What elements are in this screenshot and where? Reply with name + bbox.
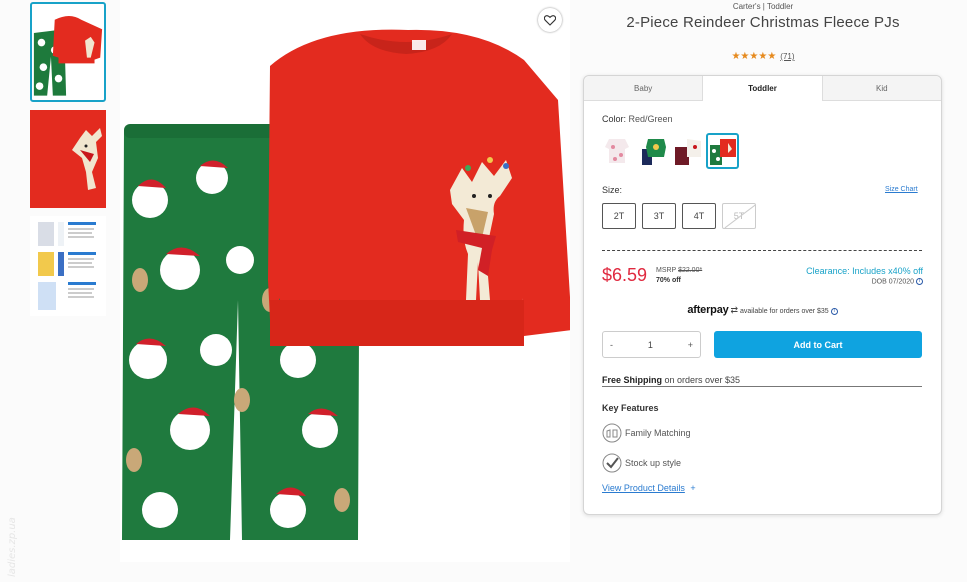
watermark: ladies.zp.ua (4, 455, 20, 580)
tab-baby[interactable]: Baby (584, 76, 704, 101)
swatch-red-green[interactable] (706, 133, 739, 169)
color-label-text: Color: (602, 114, 627, 124)
msrp-value: $22.00* (678, 267, 703, 274)
star-rating-icon: ★★★★★ (731, 51, 777, 62)
info-icon[interactable]: i (916, 278, 923, 285)
swatch-pink-white[interactable] (601, 133, 634, 169)
quantity-increase-button[interactable]: + (688, 340, 693, 350)
product-page: ladies.zp.ua Carter's | Toddler 2-Piece … (0, 0, 967, 582)
purchase-card: Baby Toddler Kid Color: Red/Green Size: … (583, 75, 942, 515)
msrp-label: MSRP (656, 267, 677, 274)
quantity-stepper: - 1 + (602, 331, 701, 358)
main-product-image (120, 0, 570, 562)
clearance-text: Clearance: Includes x40% off (806, 266, 923, 276)
add-to-cart-button[interactable]: Add to Cart (714, 331, 922, 358)
discount-percent: 70% off (656, 277, 681, 284)
feature-family-matching: Family Matching (602, 423, 691, 443)
color-label: Color: Red/Green (602, 114, 673, 124)
size-option-4t[interactable]: 4T (682, 203, 716, 229)
afterpay-info-icon[interactable]: i (830, 307, 838, 315)
thumbnail-1-full-outfit[interactable] (30, 2, 106, 102)
sale-price: $6.59 (602, 265, 648, 285)
swatch-burgundy-white[interactable] (671, 133, 704, 169)
size-options: 2T 3T 4T 5T (602, 203, 756, 229)
swatch-green-navy[interactable] (636, 133, 669, 169)
checkmark-icon (602, 453, 622, 473)
size-option-5t: 5T (722, 203, 756, 229)
color-swatches (601, 133, 739, 169)
size-option-2t[interactable]: 2T (602, 203, 636, 229)
view-details-label: View Product Details (602, 483, 685, 493)
msrp-block: MSRP $22.00* 70% off (656, 266, 702, 286)
afterpay-text: available for orders over $35 (739, 308, 829, 315)
tab-toddler[interactable]: Toddler (703, 76, 823, 101)
family-matching-icon (602, 423, 622, 443)
afterpay-logo: afterpay (687, 304, 729, 316)
color-value: Red/Green (628, 114, 673, 124)
divider (602, 250, 922, 251)
shipping-bold: Free Shipping (602, 375, 663, 385)
view-product-details-link[interactable]: View Product Details + (602, 483, 696, 493)
feature-family-matching-label: Family Matching (625, 428, 691, 438)
brand-label: Carter's | Toddler (732, 2, 794, 11)
dob-text: DOB 07/2020 i (872, 278, 923, 285)
dob-value: DOB 07/2020 (871, 278, 915, 286)
quantity-value[interactable]: 1 (648, 340, 653, 350)
tab-kid[interactable]: Kid (822, 76, 941, 101)
reviews-count-link[interactable]: (71) (780, 52, 794, 61)
afterpay-message: afterpay ⇄ available for orders over $35… (584, 304, 941, 316)
thumbnail-3-size-guide[interactable] (30, 216, 106, 316)
size-chart-link[interactable]: Size Chart (885, 186, 918, 193)
plus-icon: + (690, 483, 696, 493)
shipping-rest: on orders over $35 (662, 375, 741, 385)
quantity-decrease-button[interactable]: - (610, 340, 613, 350)
key-features-title: Key Features (602, 403, 659, 413)
rating: ★★★★★ (71) (583, 51, 943, 62)
thumbnail-2-reindeer-detail[interactable] (30, 110, 106, 208)
size-option-3t[interactable]: 3T (642, 203, 676, 229)
age-tabs: Baby Toddler Kid (584, 76, 941, 101)
favorite-heart-button[interactable] (538, 8, 562, 32)
shipping-info: Free Shipping on orders over $35 (602, 375, 922, 387)
heart-icon (544, 14, 556, 26)
product-title: 2-Piece Reindeer Christmas Fleece PJs (626, 14, 900, 31)
afterpay-arrows-icon: ⇄ (730, 305, 739, 315)
svg-text:ladies.zp.ua: ladies.zp.ua (7, 517, 18, 577)
feature-stock-up-style-label: Stock up style (625, 458, 682, 468)
size-label: Size: (602, 185, 623, 195)
feature-stock-up-style: Stock up style (602, 453, 681, 473)
